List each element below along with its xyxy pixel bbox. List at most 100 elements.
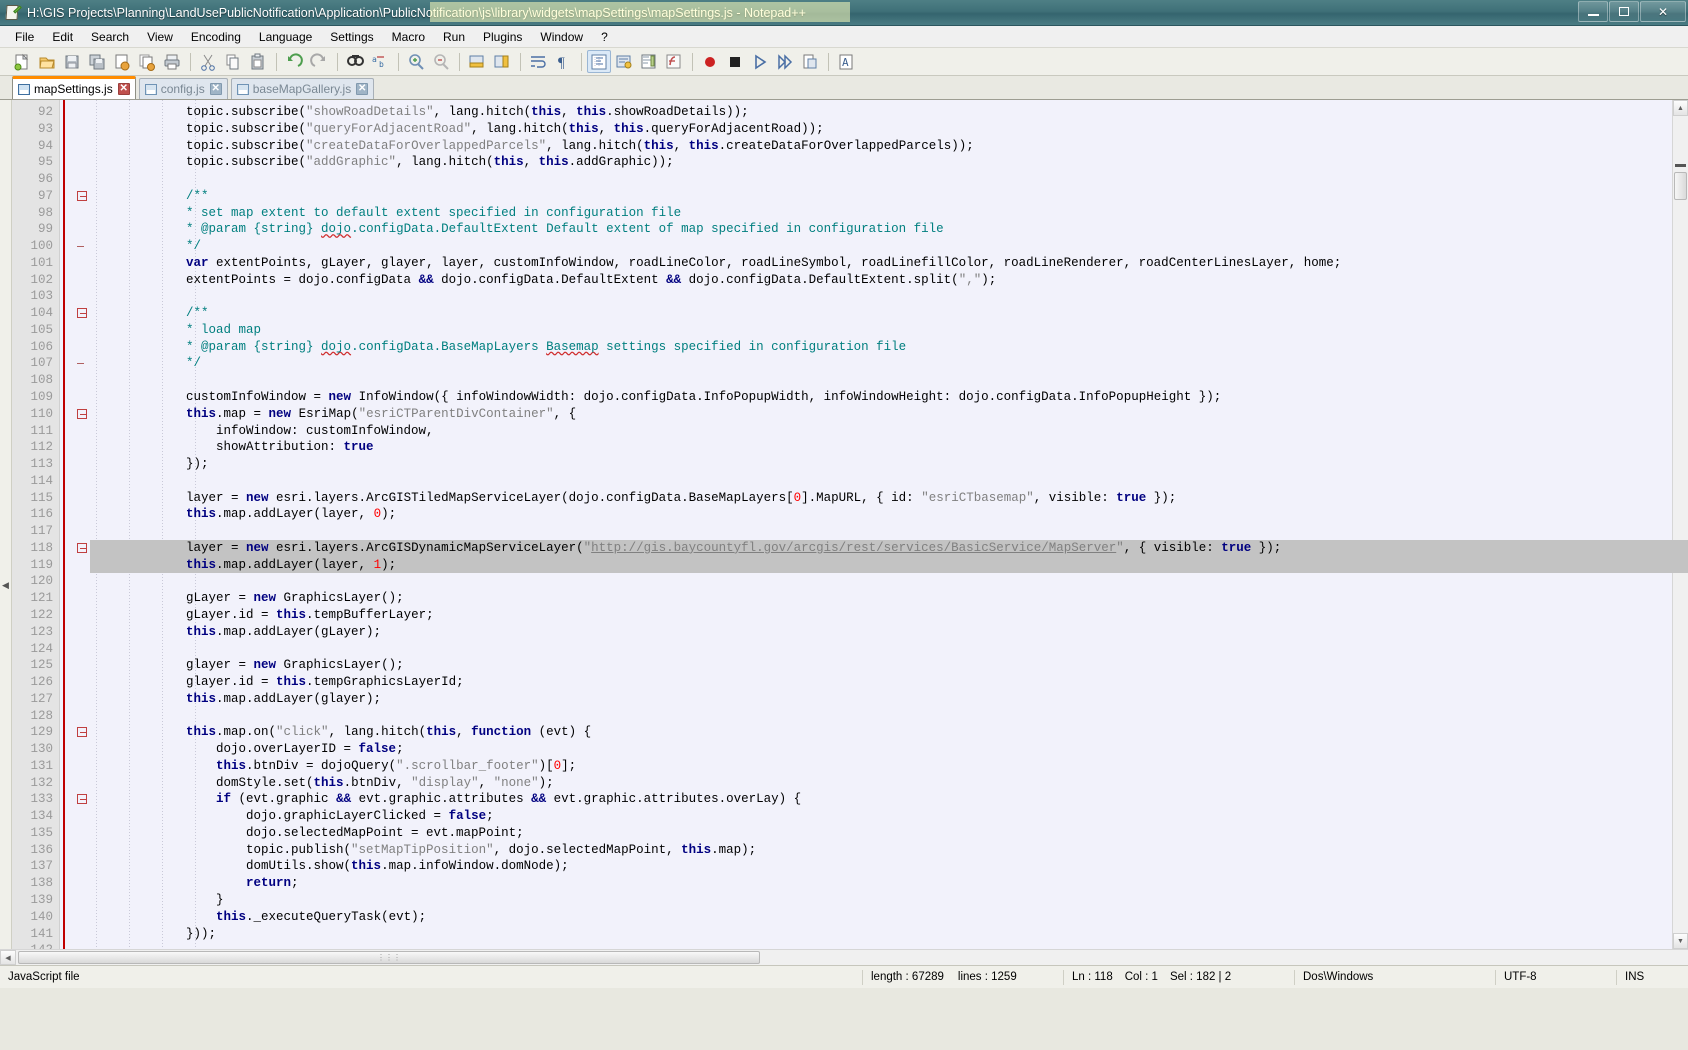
code-line[interactable]: topic.subscribe("createDataForOverlapped… <box>90 138 1688 155</box>
fold-collapse-icon[interactable] <box>77 408 87 419</box>
code-line[interactable] <box>90 372 1688 389</box>
code-line[interactable]: }); <box>90 456 1688 473</box>
menu-edit[interactable]: Edit <box>43 28 82 46</box>
code-line[interactable]: this.map.addLayer(layer, 0); <box>90 506 1688 523</box>
fold-collapse-icon[interactable] <box>77 542 87 553</box>
menu-encoding[interactable]: Encoding <box>182 28 250 46</box>
code-line[interactable]: /** <box>90 188 1688 205</box>
show-document-map-icon[interactable] <box>637 50 661 73</box>
minimize-button[interactable] <box>1578 1 1608 22</box>
menu-file[interactable]: File <box>6 28 43 46</box>
code-line[interactable]: infoWindow: customInfoWindow, <box>90 423 1688 440</box>
code-line[interactable]: topic.subscribe("queryForAdjacentRoad", … <box>90 121 1688 138</box>
code-line[interactable]: if (evt.graphic && evt.graphic.attribute… <box>90 791 1688 808</box>
code-line[interactable] <box>90 523 1688 540</box>
code-line[interactable] <box>90 473 1688 490</box>
tab-close-icon[interactable]: ✕ <box>356 83 369 95</box>
indent-guide-icon[interactable] <box>587 50 611 73</box>
code-line[interactable]: showAttribution: true <box>90 439 1688 456</box>
code-line[interactable]: */ <box>90 355 1688 372</box>
find-icon[interactable] <box>343 50 367 73</box>
code-line[interactable]: return; <box>90 875 1688 892</box>
code-line[interactable]: glayer.id = this.tempGraphicsLayerId; <box>90 674 1688 691</box>
replace-icon[interactable]: ab <box>368 50 392 73</box>
code-line[interactable]: topic.subscribe("addGraphic", lang.hitch… <box>90 154 1688 171</box>
menu-settings[interactable]: Settings <box>321 28 382 46</box>
bookmark-column[interactable] <box>60 100 74 949</box>
print-icon[interactable] <box>160 50 184 73</box>
sync-vertical-scroll-icon[interactable] <box>465 50 489 73</box>
fold-cell[interactable] <box>74 724 90 741</box>
fold-cell[interactable] <box>74 540 90 557</box>
code-line[interactable]: layer = new esri.layers.ArcGISTiledMapSe… <box>90 490 1688 507</box>
code-line[interactable]: customInfoWindow = new InfoWindow({ info… <box>90 389 1688 406</box>
run-macro-multiple-icon[interactable] <box>773 50 797 73</box>
menu-run[interactable]: Run <box>434 28 474 46</box>
code-line[interactable]: this._executeQueryTask(evt); <box>90 909 1688 926</box>
show-all-characters-icon[interactable]: ¶ <box>551 50 575 73</box>
menu-language[interactable]: Language <box>250 28 321 46</box>
code-line[interactable]: this.map.addLayer(glayer); <box>90 691 1688 708</box>
code-line[interactable]: domUtils.show(this.map.infoWindow.domNod… <box>90 858 1688 875</box>
code-line[interactable]: layer = new esri.layers.ArcGISDynamicMap… <box>90 539 1688 557</box>
record-macro-icon[interactable] <box>698 50 722 73</box>
menu-search[interactable]: Search <box>82 28 138 46</box>
code-line[interactable]: topic.subscribe("showRoadDetails", lang.… <box>90 104 1688 121</box>
zoom-out-icon[interactable] <box>429 50 453 73</box>
fold-cell[interactable] <box>74 188 90 205</box>
copy-icon[interactable] <box>221 50 245 73</box>
code-token[interactable]: http://gis.baycountyfl.gov/arcgis/rest/s… <box>591 541 1116 555</box>
fold-margin[interactable] <box>74 100 90 949</box>
new-file-icon[interactable] <box>10 50 34 73</box>
code-line[interactable] <box>90 641 1688 658</box>
code-line[interactable]: /** <box>90 305 1688 322</box>
code-text-area[interactable]: topic.subscribe("showRoadDetails", lang.… <box>90 100 1688 949</box>
code-line[interactable]: dojo.overLayerID = false; <box>90 741 1688 758</box>
play-macro-icon[interactable] <box>748 50 772 73</box>
user-defined-dialog-icon[interactable] <box>612 50 636 73</box>
paste-icon[interactable] <box>246 50 270 73</box>
close-button[interactable]: ✕ <box>1640 1 1686 22</box>
tab-config-js[interactable]: config.js ✕ <box>138 78 228 99</box>
code-line[interactable]: topic.publish("setMapTipPosition", dojo.… <box>90 842 1688 859</box>
code-line[interactable]: domStyle.set(this.btnDiv, "display", "no… <box>90 775 1688 792</box>
code-line[interactable]: this.map.on("click", lang.hitch(this, fu… <box>90 724 1688 741</box>
save-icon[interactable] <box>60 50 84 73</box>
sync-horizontal-scroll-icon[interactable] <box>490 50 514 73</box>
save-all-icon[interactable] <box>85 50 109 73</box>
fold-cell[interactable] <box>74 406 90 423</box>
tab-close-icon[interactable]: ✕ <box>117 83 130 95</box>
code-line[interactable]: this.btnDiv = dojoQuery(".scrollbar_foot… <box>90 758 1688 775</box>
code-line[interactable]: * @param {string} dojo.configData.Defaul… <box>90 221 1688 238</box>
code-line[interactable]: var extentPoints, gLayer, glayer, layer,… <box>90 255 1688 272</box>
close-file-icon[interactable] <box>110 50 134 73</box>
undo-icon[interactable] <box>282 50 306 73</box>
collapse-arrow-icon[interactable]: ◀ <box>0 580 11 591</box>
fold-cell[interactable] <box>74 791 90 808</box>
code-line[interactable]: } <box>90 892 1688 909</box>
code-line[interactable]: gLayer.id = this.tempBufferLayer; <box>90 607 1688 624</box>
menu-plugins[interactable]: Plugins <box>474 28 531 46</box>
tab-basemapgallery-js[interactable]: baseMapGallery.js ✕ <box>230 78 375 99</box>
code-line[interactable]: */ <box>90 238 1688 255</box>
redo-icon[interactable] <box>307 50 331 73</box>
horizontal-scrollbar[interactable]: ◀ ⋮⋮⋮ <box>0 949 1688 965</box>
menu-help[interactable]: ? <box>592 28 617 46</box>
stop-recording-icon[interactable] <box>723 50 747 73</box>
code-line[interactable]: gLayer = new GraphicsLayer(); <box>90 590 1688 607</box>
editor-area[interactable]: ◀ 92 93 94 95 96 97 98 99 100 101 102 103 104 105 106 1… <box>0 100 1688 949</box>
fold-cell[interactable] <box>74 305 90 322</box>
cut-icon[interactable] <box>196 50 220 73</box>
fold-collapse-icon[interactable] <box>77 190 87 201</box>
tab-close-icon[interactable]: ✕ <box>209 83 222 95</box>
open-file-icon[interactable] <box>35 50 59 73</box>
code-line[interactable]: })); <box>90 926 1688 943</box>
code-line[interactable]: extentPoints = dojo.configData && dojo.c… <box>90 272 1688 289</box>
code-line[interactable]: this.map.addLayer(layer, 1); <box>90 556 1688 574</box>
code-line[interactable]: glayer = new GraphicsLayer(); <box>90 657 1688 674</box>
fold-collapse-icon[interactable] <box>77 308 87 319</box>
code-line[interactable]: * set map extent to default extent speci… <box>90 205 1688 222</box>
zoom-in-icon[interactable] <box>404 50 428 73</box>
tab-mapsettings-js[interactable]: mapSettings.js ✕ <box>12 76 136 99</box>
save-macro-icon[interactable] <box>798 50 822 73</box>
